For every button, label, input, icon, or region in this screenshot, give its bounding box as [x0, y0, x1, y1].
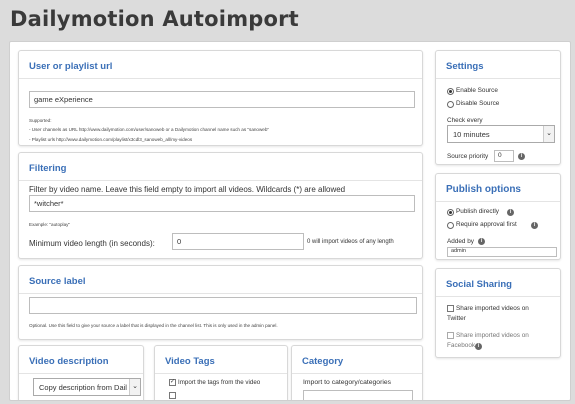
min-length-label: Minimum video length (in seconds): — [29, 239, 155, 248]
publish-directly-label: Publish directly — [456, 208, 499, 215]
description-select-value: Copy description from Dail — [39, 383, 127, 392]
filter-example: Example: "autoplay" — [29, 222, 71, 227]
checkmark-icon: ✓ — [170, 379, 176, 385]
info-icon[interactable]: i — [507, 209, 514, 216]
source-priority-label: Source priority — [447, 153, 489, 160]
share-twitter-label-cont: Twitter — [447, 315, 466, 322]
video-tags-heading: Video Tags — [165, 356, 215, 367]
min-length-input[interactable]: 0 — [172, 233, 304, 250]
source-url-card: User or playlist url game eXperience Sup… — [18, 50, 423, 146]
added-by-input[interactable]: admin — [447, 247, 557, 257]
check-every-select[interactable]: 10 minutes ⌄ — [447, 125, 555, 143]
source-url-help-line1: - User channels as URL http://www.dailym… — [29, 127, 270, 132]
share-twitter-label: Share imported videos on — [456, 305, 529, 312]
import-tags-checkbox[interactable]: ✓ — [169, 379, 176, 386]
source-label-input[interactable] — [29, 297, 417, 314]
share-facebook-checkbox[interactable] — [447, 332, 454, 339]
disable-source-label: Disable Source — [456, 100, 500, 107]
info-icon[interactable]: i — [478, 238, 485, 245]
share-facebook-label: Share imported videos on — [456, 332, 529, 339]
publish-options-heading: Publish options — [446, 184, 521, 195]
source-label-card: Source label Optional. Use this field to… — [18, 265, 423, 340]
source-url-help-title: Supported: — [29, 118, 52, 123]
added-by-label: Added by — [447, 238, 475, 245]
social-sharing-heading: Social Sharing — [446, 279, 512, 290]
description-select[interactable]: Copy description from Dail ⌄ — [33, 378, 141, 396]
source-priority-input[interactable]: 0 — [494, 150, 514, 162]
share-facebook-label-cont: Facebook — [447, 342, 476, 349]
min-length-hint: 0 will import videos of any length — [307, 239, 394, 245]
enable-source-radio[interactable] — [447, 88, 454, 95]
source-label-help: Optional. Use this field to give your so… — [29, 323, 278, 328]
source-url-help-line2: - Playlist urls http://www.dailymotion.c… — [29, 137, 193, 142]
check-every-value: 10 minutes — [453, 130, 490, 139]
settings-heading: Settings — [446, 61, 484, 72]
tags-extra-checkbox[interactable] — [169, 392, 176, 399]
category-card: Category Import to category/categories — [291, 345, 423, 400]
share-twitter-checkbox[interactable] — [447, 305, 454, 312]
filter-label: Filter by video name. Leave this field e… — [29, 185, 346, 194]
filtering-heading: Filtering — [29, 163, 67, 174]
filtering-card: Filtering Filter by video name. Leave th… — [18, 152, 423, 259]
require-approval-label: Require approval first — [456, 221, 517, 228]
source-label-heading: Source label — [29, 276, 86, 287]
require-approval-radio[interactable] — [447, 222, 454, 229]
publish-options-card: Publish options Publish directly i Requi… — [435, 173, 561, 260]
chevron-down-icon: ⌄ — [129, 379, 140, 395]
source-url-input[interactable]: game eXperience — [29, 91, 415, 108]
disable-source-radio[interactable] — [447, 101, 454, 108]
category-label: Import to category/categories — [303, 379, 392, 386]
page-title: Dailymotion Autoimport — [10, 7, 299, 31]
source-url-heading: User or playlist url — [29, 61, 113, 72]
check-every-label: Check every — [447, 117, 483, 124]
enable-source-label: Enable Source — [456, 87, 498, 94]
category-heading: Category — [302, 356, 344, 367]
publish-directly-radio[interactable] — [447, 209, 454, 216]
info-icon[interactable]: i — [475, 343, 482, 350]
video-description-heading: Video description — [29, 356, 109, 367]
info-icon[interactable]: i — [518, 153, 525, 160]
chevron-down-icon: ⌄ — [543, 126, 554, 142]
import-tags-label: Import the tags from the video — [178, 379, 261, 386]
info-icon[interactable]: i — [531, 222, 538, 229]
video-description-card: Video description Copy description from … — [18, 345, 144, 400]
social-sharing-card: Social Sharing Share imported videos on … — [435, 268, 561, 358]
video-tags-card: Video Tags ✓ Import the tags from the vi… — [154, 345, 288, 400]
settings-card: Settings Enable Source Disable Source Ch… — [435, 50, 561, 165]
category-input[interactable] — [303, 390, 413, 400]
filter-input[interactable]: *witcher* — [29, 195, 415, 212]
import-form: User or playlist url game eXperience Sup… — [9, 41, 571, 401]
